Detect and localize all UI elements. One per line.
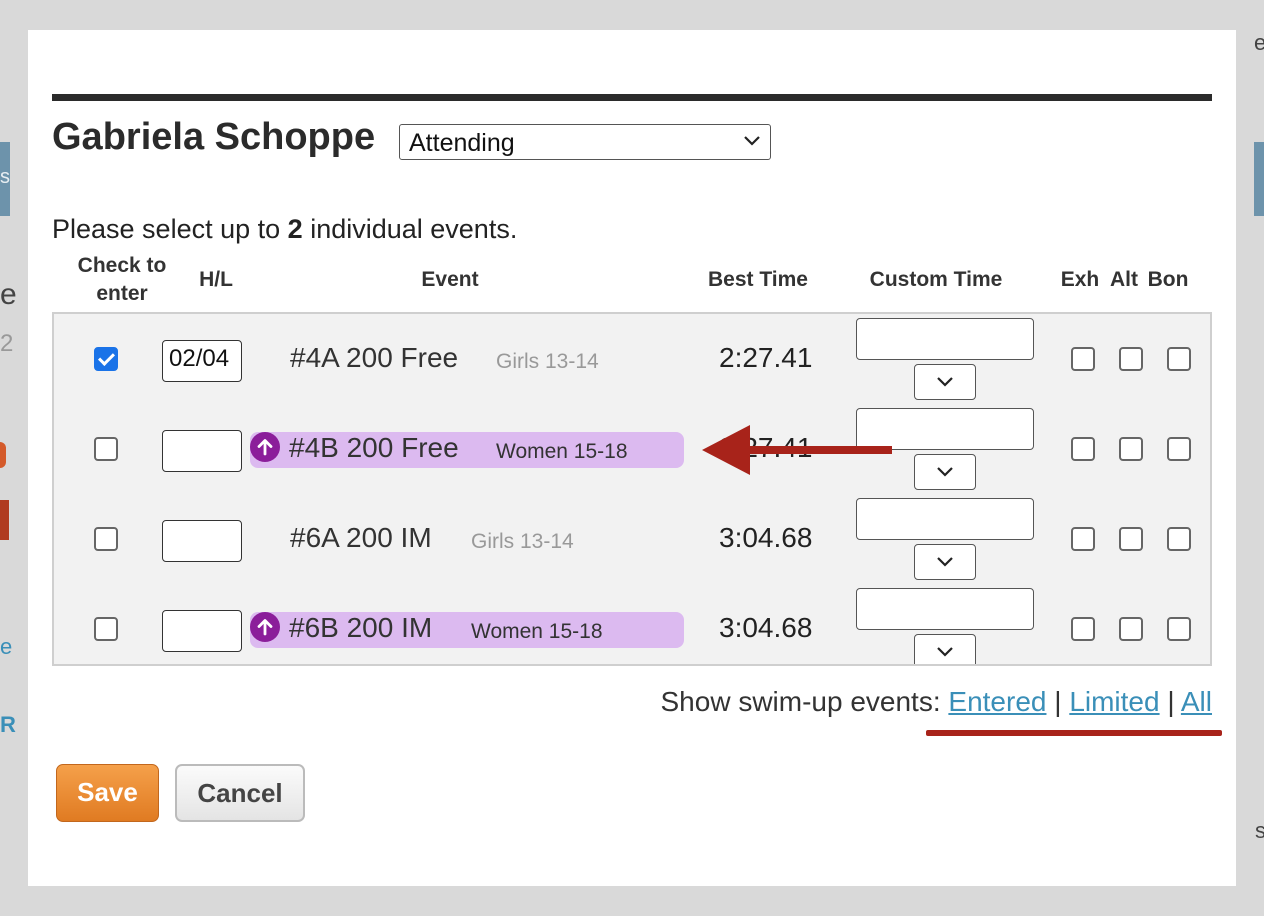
background-text-fragment: 2 [0,330,14,357]
swim-up-filter-label: Show swim-up events: [660,686,941,717]
chevron-down-icon [937,647,953,657]
enter-event-checkbox[interactable] [94,527,118,551]
bon-checkbox[interactable] [1167,437,1191,461]
athlete-name: Gabriela Schoppe [52,116,376,158]
chevron-down-icon [937,557,953,567]
column-header-hl: H/L [199,268,233,291]
custom-time-input[interactable] [856,588,1034,630]
hl-input[interactable] [162,520,242,562]
link-separator: | [1167,686,1175,717]
column-header-alt: Alt [1110,268,1138,291]
background-badge [0,500,9,540]
table-row: #6B 200 IM Women 15-18 3:04.68 [54,584,1210,664]
background-badge [0,442,6,468]
best-time: 3:04.68 [719,522,813,553]
annotation-underline [926,730,1222,736]
custom-time-input[interactable] [856,318,1034,360]
column-header-exh: Exh [1060,268,1100,291]
event-age-group: Girls 13-14 [471,530,574,553]
max-events-count: 2 [287,214,303,244]
enter-event-checkbox[interactable] [94,347,118,371]
annotation-arrow-icon [702,425,892,475]
hl-input[interactable] [162,610,242,652]
exh-checkbox[interactable] [1071,617,1095,641]
background-text-fragment: s [1255,818,1264,843]
alt-checkbox[interactable] [1119,527,1143,551]
hl-input[interactable]: 02/04 [162,340,242,382]
enter-event-checkbox[interactable] [94,437,118,461]
background-text-fragment: e [0,634,13,659]
custom-time-select[interactable] [914,454,976,490]
exh-checkbox[interactable] [1071,437,1095,461]
header-rule [52,94,1212,101]
chevron-down-icon [937,467,953,477]
bon-checkbox[interactable] [1167,527,1191,551]
event-age-group: Women 15-18 [471,620,603,643]
alt-checkbox[interactable] [1119,437,1143,461]
table-row: #6A 200 IM Girls 13-14 3:04.68 [54,494,1210,584]
background-text-fragment: R [0,712,16,737]
event-age-group: Women 15-18 [496,440,628,463]
attendance-status-value: Attending [409,129,515,157]
chevron-down-icon [937,377,953,387]
alt-checkbox[interactable] [1119,347,1143,371]
enter-event-checkbox[interactable] [94,617,118,641]
column-header-custom-time: Custom Time [869,268,1003,291]
custom-time-select[interactable] [914,634,976,664]
bon-checkbox[interactable] [1167,617,1191,641]
instruction-text: Please select up to 2 individual events. [52,214,518,244]
event-name: #4A 200 Free [290,342,459,373]
custom-time-select[interactable] [914,364,976,400]
alt-checkbox[interactable] [1119,617,1143,641]
custom-time-select[interactable] [914,544,976,580]
background-strip-right [1254,142,1264,216]
chevron-down-icon [744,136,760,146]
background-text-fragment: e [1254,30,1264,55]
hl-input[interactable] [162,430,242,472]
events-table: 02/04 #4A 200 Free Girls 13-14 2:27.41 #… [52,312,1212,666]
arrow-up-circle-icon [250,612,280,642]
bon-checkbox[interactable] [1167,347,1191,371]
cancel-button[interactable]: Cancel [175,764,305,822]
exh-checkbox[interactable] [1071,527,1095,551]
arrow-up-circle-icon [250,432,280,462]
entered-link[interactable]: Entered [948,686,1046,717]
table-row: #4B 200 Free Women 15-18 2:27.41 [54,404,1210,494]
all-link[interactable]: All [1181,686,1212,717]
best-time: 2:27.41 [719,342,813,373]
link-separator: | [1054,686,1062,717]
event-name: #4B 200 Free [289,432,459,463]
swim-up-filter: Show swim-up events: Entered | Limited |… [661,686,1213,718]
background-text-fragment: e [0,278,17,311]
column-header-best-time: Best Time [708,268,808,291]
table-row: 02/04 #4A 200 Free Girls 13-14 2:27.41 [54,314,1210,404]
exh-checkbox[interactable] [1071,347,1095,371]
background-text-fragment: s [0,166,10,188]
event-entry-modal: Gabriela Schoppe Attending Please select… [28,30,1236,886]
limited-link[interactable]: Limited [1069,686,1159,717]
column-header-bon: Bon [1147,268,1189,291]
event-name: #6B 200 IM [289,612,433,643]
event-name: #6A 200 IM [290,522,432,553]
column-header-check-to-enter: Check to enter [77,254,167,305]
column-header-event: Event [421,268,479,291]
save-button[interactable]: Save [56,764,159,822]
best-time: 3:04.68 [719,612,813,643]
event-age-group: Girls 13-14 [496,350,599,373]
attendance-status-select[interactable]: Attending [399,124,771,160]
custom-time-input[interactable] [856,498,1034,540]
